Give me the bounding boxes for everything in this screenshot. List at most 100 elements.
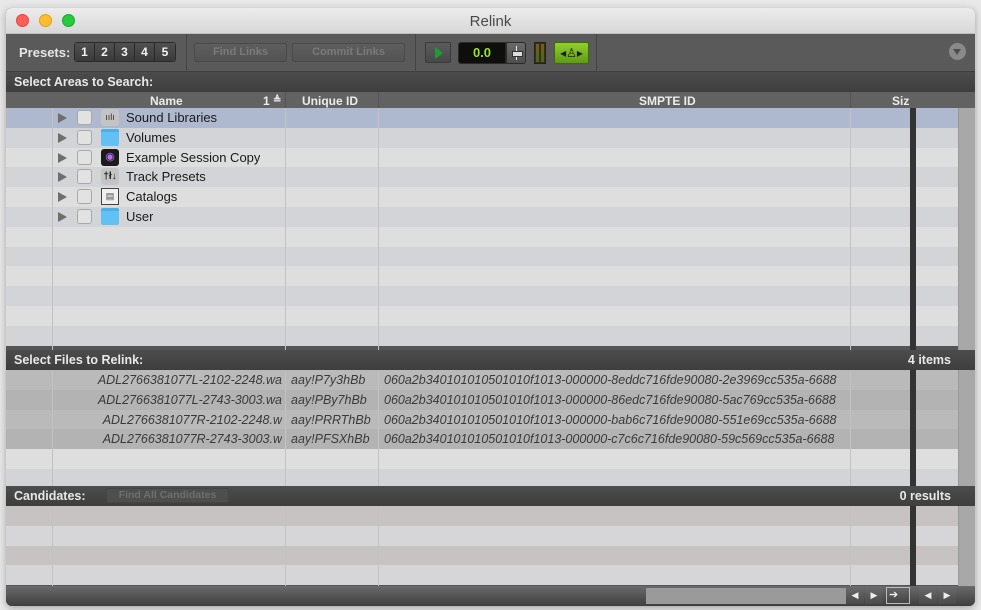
files-section-header: Select Files to Relink: 4 items	[6, 350, 975, 370]
files-title: Select Files to Relink:	[14, 353, 144, 367]
area-checkbox[interactable]	[77, 129, 92, 145]
column-divider	[378, 370, 379, 486]
column-divider	[52, 506, 53, 586]
empty-row	[6, 305, 975, 326]
scroll-right-button[interactable]: ▶	[865, 587, 883, 604]
column-divider	[378, 108, 379, 350]
column-divider	[285, 506, 286, 586]
disclosure-triangle-icon[interactable]	[58, 192, 67, 203]
vertical-scrollbar[interactable]	[958, 108, 975, 350]
preset-3-button[interactable]: 3	[115, 43, 135, 61]
column-divider	[285, 108, 286, 350]
session-icon: ◉	[101, 148, 119, 166]
pane-splitter[interactable]	[910, 370, 916, 486]
area-row[interactable]: Volumes	[6, 127, 975, 148]
horizontal-scrollbar[interactable]	[646, 588, 846, 604]
column-name[interactable]: Name	[150, 94, 183, 108]
file-row[interactable]: ADL2766381077L-2743-3003.wa aay!PBy7hBb 06…	[6, 389, 975, 410]
file-smpte-id: 060a2b340101010501010f1013-000000-86edc7…	[384, 392, 836, 407]
fader-icon[interactable]	[506, 42, 526, 64]
file-smpte-id: 060a2b340101010501010f1013-000000-bab6c7…	[384, 412, 837, 427]
preset-group: 1 2 3 4 5	[74, 42, 176, 62]
column-unique-id[interactable]: Unique ID	[302, 94, 358, 108]
candidate-row	[6, 506, 975, 526]
vertical-scrollbar[interactable]	[958, 506, 975, 586]
area-row[interactable]: ıılı Sound Libraries	[6, 108, 975, 128]
area-name: User	[126, 208, 154, 224]
disclosure-triangle-icon[interactable]	[58, 152, 67, 163]
metronome-button[interactable]: ◂♙▸	[554, 42, 589, 64]
area-checkbox[interactable]	[77, 149, 92, 165]
column-divider	[52, 108, 53, 350]
file-unique-id: aay!PFSXhBb	[291, 432, 370, 447]
column-divider	[285, 370, 286, 486]
disclosure-triangle-icon[interactable]	[58, 172, 67, 183]
preset-2-button[interactable]: 2	[95, 43, 115, 61]
area-checkbox[interactable]	[77, 169, 92, 185]
area-row[interactable]: User	[6, 206, 975, 227]
column-divider	[850, 108, 851, 350]
scroll-left-button[interactable]: ◀	[846, 587, 864, 604]
column-size[interactable]: Siz	[892, 94, 909, 108]
find-all-candidates-button[interactable]: Find All Candidates	[106, 488, 229, 503]
area-checkbox[interactable]	[77, 189, 92, 205]
file-row[interactable]: ADL2766381077R-2102-2248.w aay!PRRThBb 060…	[6, 409, 975, 430]
disclosure-triangle-icon[interactable]	[58, 211, 67, 222]
candidate-row	[6, 565, 975, 586]
preset-5-button[interactable]: 5	[155, 43, 175, 61]
catalog-icon: ▤	[101, 188, 119, 206]
sort-index: 1	[263, 94, 270, 108]
toolbar-divider	[596, 34, 597, 72]
candidates-section-header: Candidates: Find All Candidates 0 result…	[6, 486, 975, 506]
area-row[interactable]: ◉ Example Session Copy	[6, 147, 975, 168]
empty-row	[6, 449, 975, 469]
area-row[interactable]: ▤ Catalogs	[6, 187, 975, 207]
file-name: ADL2766381077L-2102-2248.wa	[97, 373, 282, 387]
relink-window: Relink Presets: 1 2 3 4 5 Find Links Com…	[6, 8, 975, 606]
toolbar: Presets: 1 2 3 4 5 Find Links Commit Lin…	[6, 34, 975, 72]
empty-row	[6, 226, 975, 247]
metronome-icon: ◂♙▸	[560, 46, 583, 60]
counter-display: 0.0	[458, 42, 506, 64]
commit-links-button[interactable]: Commit Links	[292, 43, 405, 62]
candidate-row	[6, 545, 975, 566]
files-count: 4 items	[907, 353, 951, 367]
presets-label: Presets:	[19, 45, 71, 60]
area-name: Track Presets	[126, 169, 206, 185]
toolbar-divider	[186, 34, 187, 72]
pane-splitter[interactable]	[910, 506, 916, 586]
find-links-button[interactable]: Find Links	[194, 43, 287, 62]
area-name: Example Session Copy	[126, 149, 261, 165]
preset-1-button[interactable]: 1	[75, 43, 95, 61]
preset-4-button[interactable]: 4	[135, 43, 155, 61]
area-name: Catalogs	[126, 189, 178, 205]
sort-ascending-icon[interactable]: ≜	[273, 95, 281, 106]
pane-splitter[interactable]	[910, 108, 916, 350]
file-row[interactable]: ADL2766381077L-2102-2248.wa aay!P7y3hBb 06…	[6, 370, 975, 390]
vertical-scrollbar[interactable]	[958, 370, 975, 486]
play-icon[interactable]	[425, 42, 451, 63]
column-smpte-id[interactable]: SMPTE ID	[639, 94, 696, 108]
files-table: ADL2766381077L-2102-2248.wa aay!P7y3hBb 06…	[6, 370, 975, 486]
empty-row	[6, 246, 975, 267]
area-checkbox[interactable]	[77, 208, 92, 224]
scroll-right-button-2[interactable]: ▶	[938, 587, 956, 604]
column-divider	[850, 506, 851, 586]
areas-table: ıılı Sound Libraries Volumes ◉ Example Sessi…	[6, 108, 975, 350]
fit-width-icon[interactable]: ➔	[886, 587, 910, 604]
file-smpte-id: 060a2b340101010501010f1013-000000-8eddc7…	[384, 373, 837, 387]
candidates-title: Candidates:	[14, 489, 86, 503]
candidate-row	[6, 525, 975, 546]
column-divider	[52, 370, 53, 486]
area-checkbox[interactable]	[77, 110, 92, 125]
column-divider	[378, 506, 379, 586]
file-row[interactable]: ADL2766381077R-2743-3003.w aay!PFSXhBb 060…	[6, 429, 975, 450]
scroll-left-button-2[interactable]: ◀	[919, 587, 937, 604]
options-menu-icon[interactable]	[949, 43, 966, 60]
areas-section-header: Select Areas to Search:	[6, 72, 975, 92]
file-name: ADL2766381077R-2743-3003.w	[102, 432, 282, 447]
toolbar-divider	[415, 34, 416, 72]
area-row[interactable]: †ł↓ Track Presets	[6, 167, 975, 188]
disclosure-triangle-icon[interactable]	[58, 132, 67, 143]
disclosure-triangle-icon[interactable]	[58, 113, 67, 123]
